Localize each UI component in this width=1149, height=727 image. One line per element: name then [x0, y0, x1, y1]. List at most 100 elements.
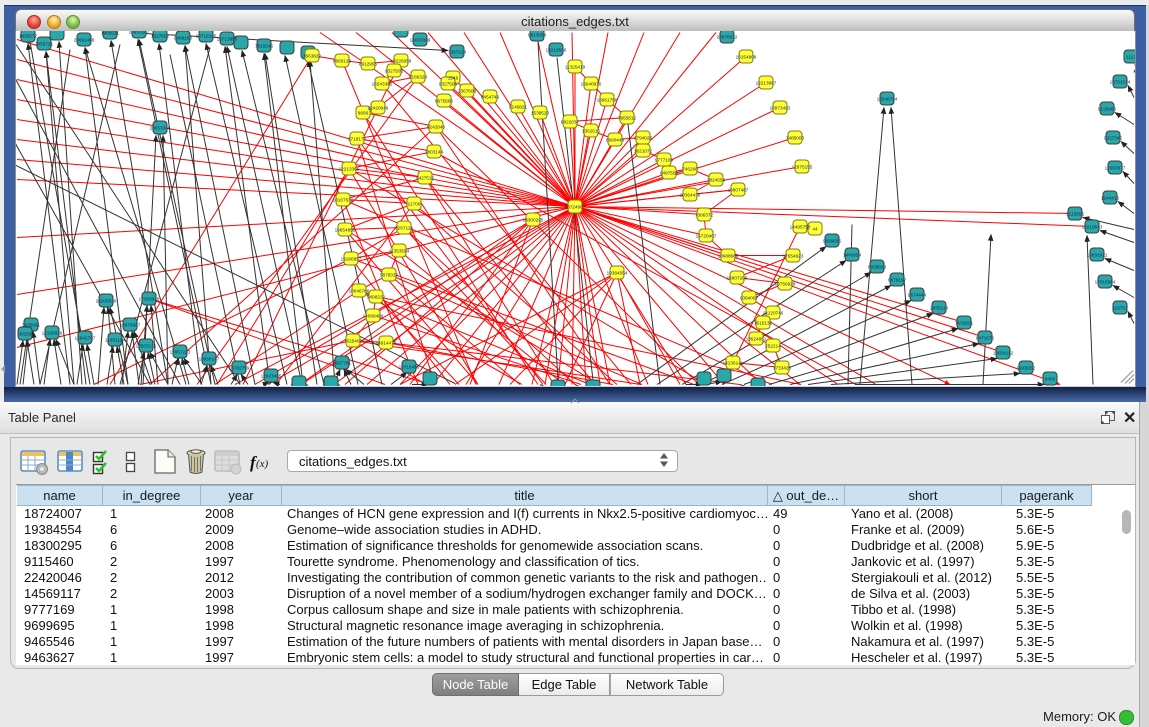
svg-text:7386372: 7386372	[695, 212, 714, 217]
svg-text:9657791: 9657791	[333, 360, 352, 365]
svg-text:1405572: 1405572	[19, 33, 38, 38]
svg-text:18300295: 18300295	[523, 217, 544, 222]
svg-text:6466160: 6466160	[174, 35, 193, 40]
svg-text:20053346: 20053346	[150, 125, 171, 130]
svg-text:2055721: 2055721	[35, 41, 54, 46]
svg-text:14120746: 14120746	[763, 310, 784, 315]
svg-text:10688609: 10688609	[718, 253, 739, 258]
svg-text:1538520: 1538520	[531, 110, 550, 115]
svg-text:17957223: 17957223	[170, 349, 191, 354]
svg-text:8471676: 8471676	[976, 335, 995, 340]
svg-text:16782759: 16782759	[229, 365, 250, 370]
svg-text:15716485: 15716485	[399, 364, 420, 369]
svg-text:8813054: 8813054	[528, 32, 547, 37]
svg-text:17654923: 17654923	[783, 253, 804, 258]
svg-text:5878332: 5878332	[380, 272, 399, 277]
svg-text:1905531: 1905531	[101, 31, 120, 35]
svg-text:14495758: 14495758	[790, 224, 811, 229]
svg-text:1362615: 1362615	[582, 128, 601, 133]
svg-text:10973493: 10973493	[770, 105, 791, 110]
svg-text:10958147: 10958147	[199, 356, 220, 361]
svg-text:11700: 11700	[408, 201, 421, 206]
svg-text:20206536: 20206536	[96, 298, 117, 303]
svg-text:11451194: 11451194	[105, 337, 126, 342]
svg-text:9674444: 9674444	[908, 292, 927, 297]
svg-text:9129966: 9129966	[1098, 106, 1117, 111]
svg-text:116753: 116753	[1112, 305, 1128, 310]
svg-text:19166857: 19166857	[341, 256, 362, 261]
svg-text:9896: 9896	[358, 110, 369, 115]
svg-text:16543382: 16543382	[372, 81, 393, 86]
svg-text:9245052: 9245052	[1017, 365, 1036, 370]
svg-text:8822037: 8822037	[561, 119, 580, 124]
svg-text:14099489: 14099489	[363, 313, 384, 318]
svg-text:16713855: 16713855	[217, 36, 238, 41]
svg-text:10107532: 10107532	[333, 197, 354, 202]
svg-text:8912955: 8912955	[359, 61, 378, 66]
svg-text:20691406: 20691406	[74, 37, 95, 42]
svg-text:17359928: 17359928	[139, 296, 160, 301]
svg-text:7357224: 7357224	[448, 49, 467, 54]
svg-text:12093877: 12093877	[1105, 165, 1126, 170]
svg-text:15640910: 15640910	[581, 81, 602, 86]
svg-text:15751074: 15751074	[1110, 79, 1131, 84]
svg-text:44: 44	[812, 226, 818, 231]
svg-text:8990448: 8990448	[606, 137, 625, 142]
svg-text:12503135: 12503135	[136, 343, 157, 348]
svg-text:20876812: 20876812	[717, 34, 738, 39]
svg-text:9327506: 9327506	[439, 81, 458, 86]
svg-text:11325419: 11325419	[565, 64, 586, 69]
svg-text:7632621: 7632621	[955, 320, 974, 325]
svg-text:9327505: 9327505	[385, 68, 404, 73]
svg-text:3935061: 3935061	[22, 322, 41, 327]
svg-text:19654855: 19654855	[335, 227, 356, 232]
svg-text:7515546: 7515546	[255, 43, 274, 48]
svg-text:2803144: 2803144	[425, 149, 444, 154]
svg-text:9699695: 9699695	[823, 238, 842, 243]
svg-text:9146821: 9146821	[509, 104, 528, 109]
svg-text:1440954: 1440954	[843, 252, 862, 257]
svg-text:8675685: 8675685	[435, 98, 454, 103]
svg-text:16961758: 16961758	[597, 97, 618, 102]
svg-text:7955812: 7955812	[618, 115, 637, 120]
svg-text:18907209: 18907209	[727, 275, 748, 280]
svg-text:15720407: 15720407	[696, 233, 717, 238]
svg-text:10807487: 10807487	[728, 187, 749, 192]
svg-text:9777169: 9777169	[655, 157, 674, 162]
svg-text:15692921: 15692921	[1087, 252, 1108, 257]
svg-text:7625402: 7625402	[344, 338, 363, 343]
svg-text:12213369: 12213369	[339, 166, 360, 171]
svg-text:11353594: 11353594	[389, 248, 410, 253]
svg-text:16548784: 16548784	[877, 96, 898, 101]
svg-text:6794028: 6794028	[634, 135, 653, 140]
svg-text:17016504: 17016504	[1095, 279, 1116, 284]
svg-text:10719185: 10719185	[196, 33, 217, 38]
svg-text:9227342: 9227342	[1104, 135, 1123, 140]
svg-text:2718176: 2718176	[348, 136, 367, 141]
svg-text:3824554: 3824554	[707, 177, 726, 182]
svg-text:3267110: 3267110	[395, 225, 413, 230]
svg-text:20364436: 20364436	[680, 192, 701, 197]
svg-text:1112: 1112	[1126, 54, 1135, 59]
svg-text:9450: 9450	[1045, 376, 1056, 381]
svg-text:10756928: 10756928	[775, 281, 796, 286]
svg-text:8454749: 8454749	[481, 94, 500, 99]
svg-text:(x): (x)	[256, 458, 269, 470]
svg-text:252214: 252214	[765, 343, 781, 348]
svg-text:1546: 1546	[448, 75, 459, 80]
svg-text:7663822: 7663822	[303, 53, 322, 58]
svg-text:19384554: 19384554	[607, 270, 628, 275]
svg-text:9242848: 9242848	[427, 124, 446, 129]
svg-text:12213967: 12213967	[756, 80, 777, 85]
svg-text:10975887: 10975887	[120, 322, 141, 327]
svg-text:22420046: 22420046	[368, 105, 389, 110]
svg-text:16210643: 16210643	[1082, 224, 1103, 229]
svg-text:10653287: 10653287	[129, 31, 150, 34]
svg-text:14914479: 14914479	[376, 340, 397, 345]
svg-text:9498222: 9498222	[367, 294, 386, 299]
svg-text:1244415: 1244415	[1101, 195, 1120, 200]
svg-text:18724007: 18724007	[565, 204, 586, 209]
svg-text:2935114: 2935114	[930, 305, 948, 310]
svg-text:2367608: 2367608	[458, 88, 477, 93]
svg-text:10046786: 10046786	[349, 288, 370, 293]
